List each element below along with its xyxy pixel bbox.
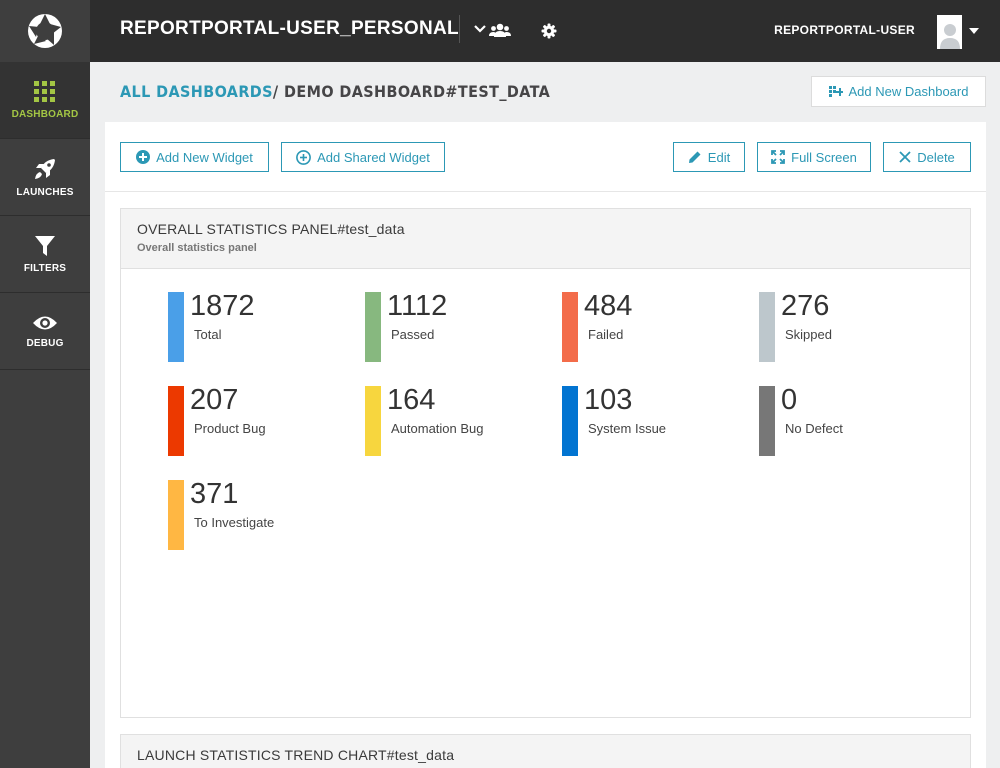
logo[interactable] <box>0 0 90 62</box>
user-name[interactable]: REPORTPORTAL-USER <box>774 23 915 37</box>
plus-circle-outline-icon <box>296 149 312 165</box>
stat-system-issue: 103 System Issue <box>562 384 742 456</box>
sidebar-item-launches[interactable]: LAUNCHES <box>0 139 90 216</box>
stat-label: Product Bug <box>194 421 266 436</box>
stat-color-bar <box>365 386 381 456</box>
plus-circle-icon <box>136 150 151 164</box>
stat-color-bar <box>168 480 184 550</box>
stat-color-bar <box>562 386 578 456</box>
stat-label: Skipped <box>785 327 832 342</box>
add-dashboard-icon <box>828 85 843 97</box>
stat-product-bug: 207 Product Bug <box>168 384 348 456</box>
eye-icon <box>33 316 57 329</box>
filter-icon <box>35 235 55 256</box>
overall-statistics-widget: OVERALL STATISTICS PANEL#test_data Overa… <box>120 208 971 718</box>
stat-color-bar <box>759 292 775 362</box>
add-shared-widget-button[interactable]: Add Shared Widget <box>281 142 445 172</box>
edit-button[interactable]: Edit <box>673 142 745 172</box>
sidebar-item-label: FILTERS <box>23 262 67 274</box>
stat-label: Total <box>194 327 222 342</box>
edit-label: Edit <box>707 149 731 165</box>
user-menu-caret-icon[interactable] <box>969 28 979 34</box>
breadcrumb-all-dashboards-link[interactable]: ALL DASHBOARDS <box>120 82 273 101</box>
add-shared-widget-label: Add Shared Widget <box>317 149 430 165</box>
widget-header[interactable]: LAUNCH STATISTICS TREND CHART#test_data <box>121 735 970 768</box>
stat-total: 1872 Total <box>168 290 348 362</box>
add-new-widget-button[interactable]: Add New Widget <box>120 142 269 172</box>
settings-gear-icon[interactable] <box>537 19 561 43</box>
stat-label: System Issue <box>588 421 667 436</box>
aperture-logo-icon <box>28 14 62 48</box>
project-name: REPORTPORTAL-USER_PERSONAL <box>120 18 459 39</box>
dashboard-panel: Add New Widget Add Shared Widget Edit Fu… <box>105 122 986 768</box>
stat-value: 276 <box>781 290 830 322</box>
dashboard-toolbar: Add New Widget Add Shared Widget Edit Fu… <box>105 122 986 192</box>
pencil-icon <box>688 151 701 163</box>
launch-statistics-trend-widget: LAUNCH STATISTICS TREND CHART#test_data <box>120 734 971 768</box>
chevron-down-icon <box>474 25 486 33</box>
fullscreen-icon <box>771 150 786 164</box>
widget-subtitle: Overall statistics panel <box>137 242 257 254</box>
stat-value: 164 <box>387 384 436 416</box>
sidebar-item-label: LAUNCHES <box>16 186 74 198</box>
stat-failed: 484 Failed <box>562 290 742 362</box>
stat-skipped: 276 Skipped <box>759 290 939 362</box>
stat-label: Failed <box>588 327 624 342</box>
stat-value: 103 <box>584 384 633 416</box>
sidebar-item-dashboard[interactable]: DASHBOARD <box>0 62 90 139</box>
delete-button[interactable]: Delete <box>883 142 971 172</box>
stat-value: 1872 <box>190 290 255 322</box>
stat-color-bar <box>168 386 184 456</box>
add-new-dashboard-label: Add New Dashboard <box>848 84 969 99</box>
breadcrumb-current: DEMO DASHBOARD#TEST_DATA <box>284 82 551 101</box>
stat-label: No Defect <box>785 421 843 436</box>
add-new-widget-label: Add New Widget <box>156 149 253 165</box>
full-screen-label: Full Screen <box>791 149 857 165</box>
stat-label: Automation Bug <box>391 421 484 436</box>
avatar[interactable] <box>937 15 962 49</box>
full-screen-button[interactable]: Full Screen <box>757 142 871 172</box>
top-bar: REPORTPORTAL-USER_PERSONAL REPORTPORTAL-… <box>0 0 1000 62</box>
stat-automation-bug: 164 Automation Bug <box>365 384 545 456</box>
stat-no-defect: 0 No Defect <box>759 384 939 456</box>
stat-value: 0 <box>781 384 798 416</box>
close-icon <box>899 151 911 163</box>
stat-color-bar <box>759 386 775 456</box>
divider <box>459 15 460 43</box>
project-selector[interactable]: REPORTPORTAL-USER_PERSONAL <box>120 18 487 40</box>
stat-color-bar <box>168 292 184 362</box>
stat-to-investigate: 371 To Investigate <box>168 478 348 550</box>
user-silhouette-icon <box>939 24 960 49</box>
stat-passed: 1112 Passed <box>365 290 545 362</box>
sidebar-item-debug[interactable]: DEBUG <box>0 293 90 370</box>
delete-label: Delete <box>917 149 955 165</box>
stat-color-bar <box>562 292 578 362</box>
members-icon[interactable] <box>488 19 512 43</box>
widget-title: LAUNCH STATISTICS TREND CHART#test_data <box>137 747 455 763</box>
breadcrumb-separator: / <box>272 82 279 101</box>
rocket-icon <box>35 158 55 179</box>
sidebar-item-filters[interactable]: FILTERS <box>0 216 90 293</box>
stat-color-bar <box>365 292 381 362</box>
breadcrumb: ALL DASHBOARDS/ DEMO DASHBOARD#TEST_DATA <box>120 82 550 101</box>
sidebar-item-label: DASHBOARD <box>11 108 79 120</box>
grid-icon <box>34 80 55 102</box>
widget-title: OVERALL STATISTICS PANEL#test_data <box>137 221 405 237</box>
stat-value: 1112 <box>387 290 448 322</box>
add-new-dashboard-button[interactable]: Add New Dashboard <box>811 76 986 107</box>
stat-value: 371 <box>190 478 239 510</box>
stat-value: 484 <box>584 290 633 322</box>
sidebar: DASHBOARD LAUNCHES FILTERS DEBUG <box>0 62 90 768</box>
stat-value: 207 <box>190 384 239 416</box>
stat-label: To Investigate <box>194 515 275 530</box>
stat-label: Passed <box>391 327 435 342</box>
sidebar-item-label: DEBUG <box>26 337 64 349</box>
widget-header[interactable]: OVERALL STATISTICS PANEL#test_data Overa… <box>121 209 970 269</box>
